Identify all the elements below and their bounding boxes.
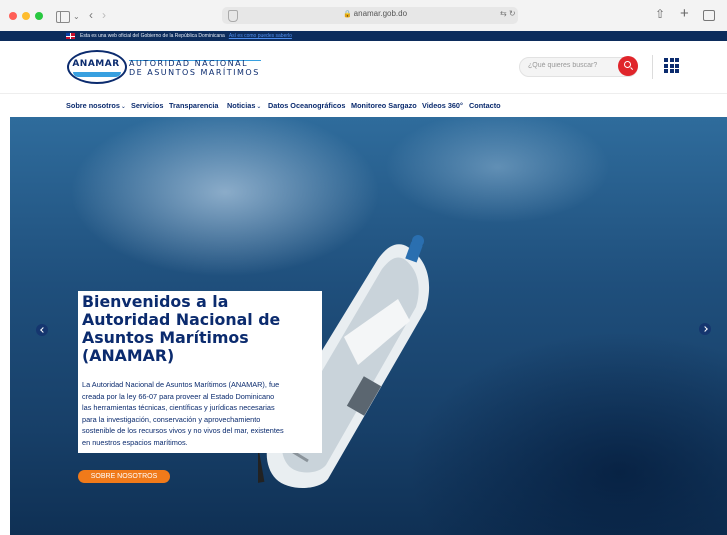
nav-item-servicios[interactable]: Servicios	[131, 101, 163, 110]
government-banner: Esta es una web oficial del Gobierno de …	[0, 31, 727, 41]
search-button[interactable]	[618, 56, 638, 76]
nav-label: Videos 360°	[422, 101, 463, 110]
apps-grid-icon[interactable]	[664, 58, 679, 73]
dominican-flag-icon	[66, 33, 75, 39]
url-label: anamar.gob.do	[353, 9, 408, 18]
hero-description: La Autoridad Nacional de Asuntos Marítim…	[82, 380, 284, 447]
share-icon[interactable]: ⇧	[655, 7, 665, 21]
nav-label: Noticias	[227, 101, 256, 110]
sidebar-toggle-icon[interactable]	[56, 11, 70, 23]
hero-description-card: La Autoridad Nacional de Asuntos Marítim…	[78, 374, 322, 453]
nav-label: Monitoreo Sargazo	[351, 101, 417, 110]
nav-label: Sobre nosotros	[66, 101, 120, 110]
minimize-window-button[interactable]	[22, 12, 30, 20]
new-tab-icon[interactable]: +	[680, 5, 689, 22]
nav-item-datos-oceanograficos[interactable]: Datos Oceanográficos	[268, 101, 345, 110]
sobre-nosotros-button[interactable]: SOBRE NOSOTROS	[78, 470, 170, 483]
lock-icon: 🔒	[342, 11, 352, 18]
chevron-down-icon: ⌄	[120, 104, 126, 110]
nav-label: Servicios	[131, 101, 164, 110]
next-slide-button[interactable]	[699, 323, 711, 335]
nav-item-contacto[interactable]: Contacto	[469, 101, 501, 110]
logo-wordmark: ANAMAR	[72, 59, 120, 69]
forward-arrow-icon[interactable]: ›	[102, 8, 106, 22]
browser-toolbar: ⌄ ‹ › 🔒 anamar.gob.do ⇆ ↻ ⇧ +	[0, 0, 727, 32]
nav-label: Datos Oceanográficos	[268, 101, 346, 110]
previous-slide-button[interactable]	[36, 324, 48, 336]
gov-banner-link[interactable]: Así es como puedes saberlo	[229, 33, 292, 39]
gov-banner-text: Esta es una web oficial del Gobierno de …	[80, 32, 292, 40]
url-text[interactable]: 🔒 anamar.gob.do	[310, 9, 440, 18]
chevron-down-icon[interactable]: ⌄	[73, 10, 80, 24]
logo-title-line2: DE ASUNTOS MARÍTIMOS	[129, 68, 260, 77]
gov-banner-label: Esta es una web oficial del Gobierno de …	[80, 33, 225, 39]
hero-title: Bienvenidos a la Autoridad Nacional de A…	[82, 292, 281, 365]
hero-title-card: Bienvenidos a la Autoridad Nacional de A…	[78, 291, 322, 374]
main-navigation: Sobre nosotros⌄ Servicios Transparencia …	[0, 93, 727, 118]
logo-title-line1: AUTORIDAD NACIONAL	[129, 59, 249, 68]
translate-reload-icon[interactable]: ⇆ ↻	[500, 9, 516, 18]
nav-item-sobre-nosotros[interactable]: Sobre nosotros⌄	[66, 101, 126, 110]
search-input[interactable]	[528, 62, 608, 69]
nav-item-noticias[interactable]: Noticias⌄	[227, 101, 261, 110]
tab-overview-icon[interactable]	[703, 10, 715, 21]
maximize-window-button[interactable]	[35, 12, 43, 20]
back-arrow-icon[interactable]: ‹	[89, 8, 93, 22]
chevron-down-icon: ⌄	[256, 104, 262, 110]
nav-item-videos-360[interactable]: Videos 360°	[422, 101, 463, 110]
privacy-shield-icon[interactable]	[228, 10, 238, 22]
nav-label: Contacto	[469, 101, 501, 110]
browser-window: ⌄ ‹ › 🔒 anamar.gob.do ⇆ ↻ ⇧ + Esta es una…	[0, 0, 727, 535]
nav-label: Transparencia	[169, 101, 219, 110]
nav-item-monitoreo-sargazo[interactable]: Monitoreo Sargazo	[351, 101, 417, 110]
header-divider	[652, 55, 653, 79]
nav-item-transparencia[interactable]: Transparencia	[169, 101, 218, 110]
close-window-button[interactable]	[9, 12, 17, 20]
site-header: ANAMAR AUTORIDAD NACIONAL DE ASUNTOS MAR…	[0, 41, 727, 93]
